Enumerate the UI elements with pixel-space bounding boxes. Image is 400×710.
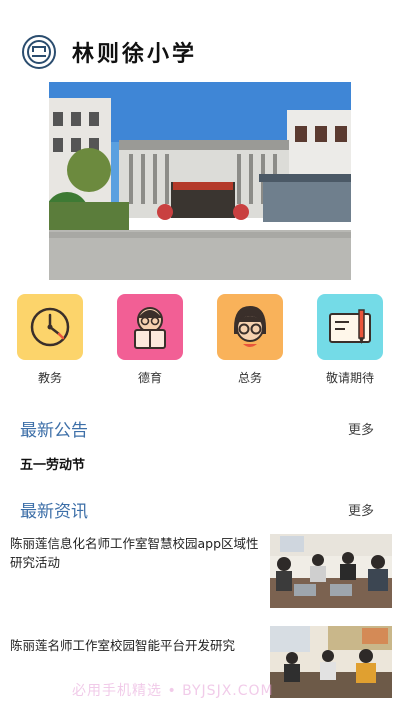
- menu-item-general-affairs[interactable]: 总务: [210, 294, 290, 386]
- menu-label-academic: 教务: [37, 371, 62, 385]
- news-thumbnail: [270, 626, 392, 698]
- announcements-title: 最新公告: [20, 421, 88, 441]
- news-item-title: 陈丽莲信息化名师工作室智慧校园app区域性研究活动: [10, 536, 259, 570]
- announcements-header: 最新公告 更多: [20, 414, 380, 441]
- school-name: 林则徐小学: [72, 41, 198, 67]
- menu-item-academic[interactable]: 教务: [10, 294, 90, 386]
- watermark-text: 必用手机精选 • BYJSJX.COM: [72, 683, 274, 699]
- menu-item-coming-soon[interactable]: 敬请期待: [310, 294, 390, 386]
- reading-child-icon: [117, 294, 183, 360]
- notepad-pen-icon: [317, 294, 383, 360]
- app-header: 林则徐小学: [0, 30, 400, 74]
- news-item-title: 陈丽莲名师工作室校园智能平台开发研究: [10, 638, 236, 653]
- menu-item-moral-education[interactable]: 德育: [110, 294, 190, 386]
- announcement-item[interactable]: 五一劳动节: [20, 454, 85, 473]
- menu-label-coming-soon: 敬请期待: [325, 371, 374, 385]
- banner-image[interactable]: [49, 82, 351, 280]
- news-title: 最新资讯: [20, 502, 88, 522]
- news-thumbnail: [270, 534, 392, 608]
- announcements-more-link[interactable]: 更多: [348, 419, 374, 438]
- feature-menu: 教务 德育 总务 敬请期待: [0, 294, 400, 386]
- glasses-girl-icon: [217, 294, 283, 360]
- menu-label-moral-education: 德育: [137, 371, 162, 385]
- news-item[interactable]: 陈丽莲信息化名师工作室智慧校园app区域性研究活动: [10, 534, 392, 610]
- clock-icon: [17, 294, 83, 360]
- menu-label-general-affairs: 总务: [237, 371, 262, 385]
- news-more-link[interactable]: 更多: [348, 500, 374, 519]
- news-header: 最新资讯 更多: [20, 495, 380, 522]
- school-logo-icon: [22, 35, 56, 69]
